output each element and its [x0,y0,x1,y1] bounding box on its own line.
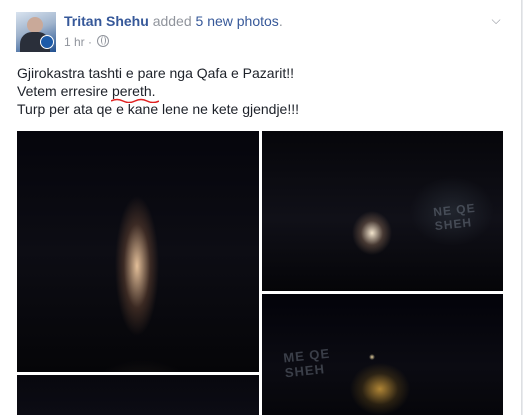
photo-3-wall-graffiti: ME QE SHEH [282,345,331,381]
post-card: Tritan Shehu added 5 new photos. 1 hr · … [0,0,522,415]
meta-separator: · [88,35,93,49]
post-meta: 1 hr · [64,35,110,49]
avatar-head [27,17,43,33]
author-avatar[interactable] [16,12,56,52]
party-logo-icon [40,35,54,49]
photo-1[interactable] [17,131,259,372]
spellcheck-underline [110,98,159,103]
timestamp-link[interactable]: 1 hr [64,35,85,49]
photo-3[interactable]: ME QE SHEH [262,294,503,415]
misspelled-word-text: pereth [111,83,152,99]
post-line-2: Vetem erresire pereth. [17,82,299,103]
post-header: Tritan Shehu added 5 new photos. [64,13,283,29]
action-text: added [152,13,192,29]
photo-2-wall-graffiti: NE QE SHEH [432,200,477,234]
post-line-1: Gjirokastra tashti e pare nga Qafa e Paz… [17,65,295,81]
globe-icon[interactable] [97,35,110,47]
chevron-down-icon[interactable]: ⌵ [488,12,504,28]
header-period: . [278,13,283,29]
post-line-2-end: . [151,83,156,99]
photo-2[interactable]: NE QE SHEH [262,131,503,291]
photo-4[interactable] [17,375,259,415]
misspelled-word: pereth [110,83,159,103]
post-line-2-start: Vetem erresire [17,83,112,99]
post-text: Gjirokastra tashti e pare nga Qafa e Paz… [17,64,299,118]
photo-count-link[interactable]: 5 new photos [196,13,279,29]
author-name-link[interactable]: Tritan Shehu [64,13,149,29]
